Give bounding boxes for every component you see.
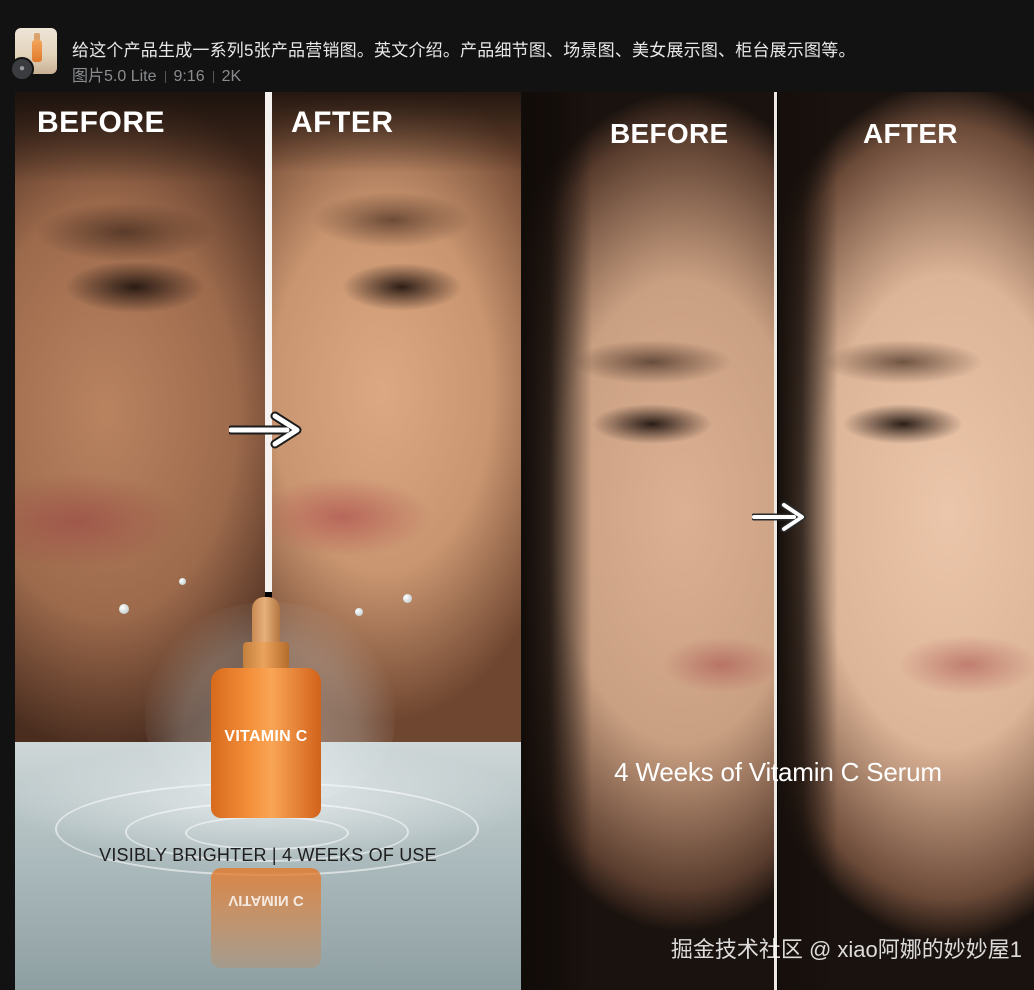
bottle-label: VITAMIN C: [224, 728, 308, 745]
after-label: AFTER: [863, 118, 958, 149]
water-droplet: [355, 608, 363, 616]
bottle-reflection: [211, 868, 321, 968]
arrow-right-icon: [229, 411, 302, 449]
message-header: ● 给这个产品生成一系列5张产品营销图。英文介绍。产品细节图、场景图、美女展示图…: [0, 0, 1034, 92]
user-avatar-icon[interactable]: ●: [10, 57, 34, 81]
water-droplet: [179, 578, 186, 585]
aspect-ratio: 9:16: [173, 68, 205, 85]
water-droplet: [403, 594, 412, 603]
chat-message-view: ● 给这个产品生成一系列5张产品营销图。英文介绍。产品细节图、场景图、美女展示图…: [0, 0, 1034, 990]
right-marketing-image[interactable]: BEFORE AFTER 4 Weeks of Vitamin C Serum: [522, 92, 1034, 990]
serum-dropper: [252, 597, 280, 645]
left-marketing-image[interactable]: VITAMIN C VITAMIN C BEFORE AFTER VISIBLY…: [15, 92, 521, 990]
generated-image[interactable]: VITAMIN C VITAMIN C BEFORE AFTER VISIBLY…: [15, 92, 1034, 990]
generation-meta: 图片5.0 Lite 9:16 2K: [72, 62, 241, 86]
split-divider: [774, 92, 777, 990]
meta-separator: [164, 70, 166, 83]
caption-left: VISIBLY BRIGHTER | 4 WEEKS OF USE: [99, 845, 437, 865]
serum-bottle-neck: [243, 642, 289, 670]
hair-shadow: [778, 92, 838, 990]
before-label: BEFORE: [37, 106, 166, 139]
before-face-right: [522, 92, 774, 990]
after-face-right: [778, 92, 1034, 990]
split-divider: [265, 92, 272, 592]
water-droplet: [119, 604, 129, 614]
watermark: 掘金技术社区 @ xiao阿娜的妙妙屋1: [670, 937, 1022, 962]
prompt-text: 给这个产品生成一系列5张产品营销图。英文介绍。产品细节图、场景图、美女展示图、柜…: [72, 41, 856, 60]
resolution: 2K: [221, 68, 242, 85]
model-name: 图片5.0 Lite: [72, 68, 157, 85]
before-label: BEFORE: [610, 118, 729, 149]
arrow-right-icon: [752, 501, 806, 533]
meta-separator: [212, 70, 214, 83]
bottle-reflection-label: VITAMIN C: [228, 892, 304, 909]
hair-shadow: [522, 92, 592, 990]
caption-right: 4 Weeks of Vitamin C Serum: [614, 757, 942, 787]
thumbnail-bottle: [32, 40, 42, 62]
after-label: AFTER: [291, 106, 394, 139]
